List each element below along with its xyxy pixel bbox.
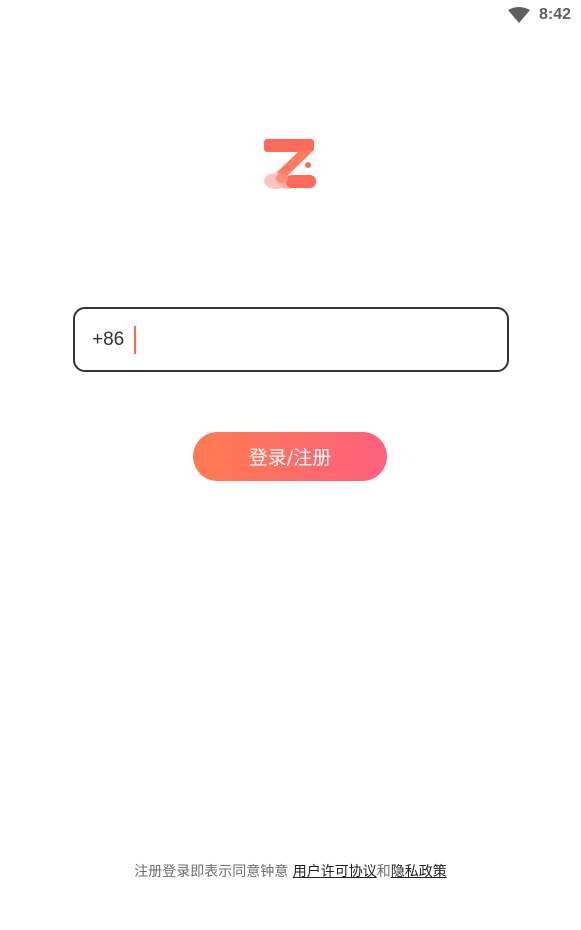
- phone-field[interactable]: +86: [73, 307, 509, 372]
- phone-input[interactable]: [140, 309, 507, 370]
- agreement-text: 注册登录即表示同意钟意 用户许可协议和隐私政策: [0, 861, 581, 881]
- z-logo-icon: [264, 139, 316, 189]
- text-caret: [134, 325, 137, 354]
- agreement-prefix: 注册登录即表示同意钟意: [134, 864, 293, 880]
- country-code[interactable]: +86: [92, 329, 124, 351]
- agreement-conjunction: 和: [376, 864, 391, 880]
- status-bar: 8:42: [0, 0, 581, 30]
- status-time: 8:42: [538, 6, 571, 23]
- wifi-icon: [507, 7, 530, 23]
- login-screen: 8:42 +86 登录/注册 注册登录即表示同意钟意 用户许可协议和隐私政策: [0, 0, 581, 930]
- login-register-button[interactable]: 登录/注册: [193, 432, 387, 481]
- privacy-policy-link[interactable]: 隐私政策: [391, 864, 447, 880]
- user-agreement-link[interactable]: 用户许可协议: [293, 864, 377, 880]
